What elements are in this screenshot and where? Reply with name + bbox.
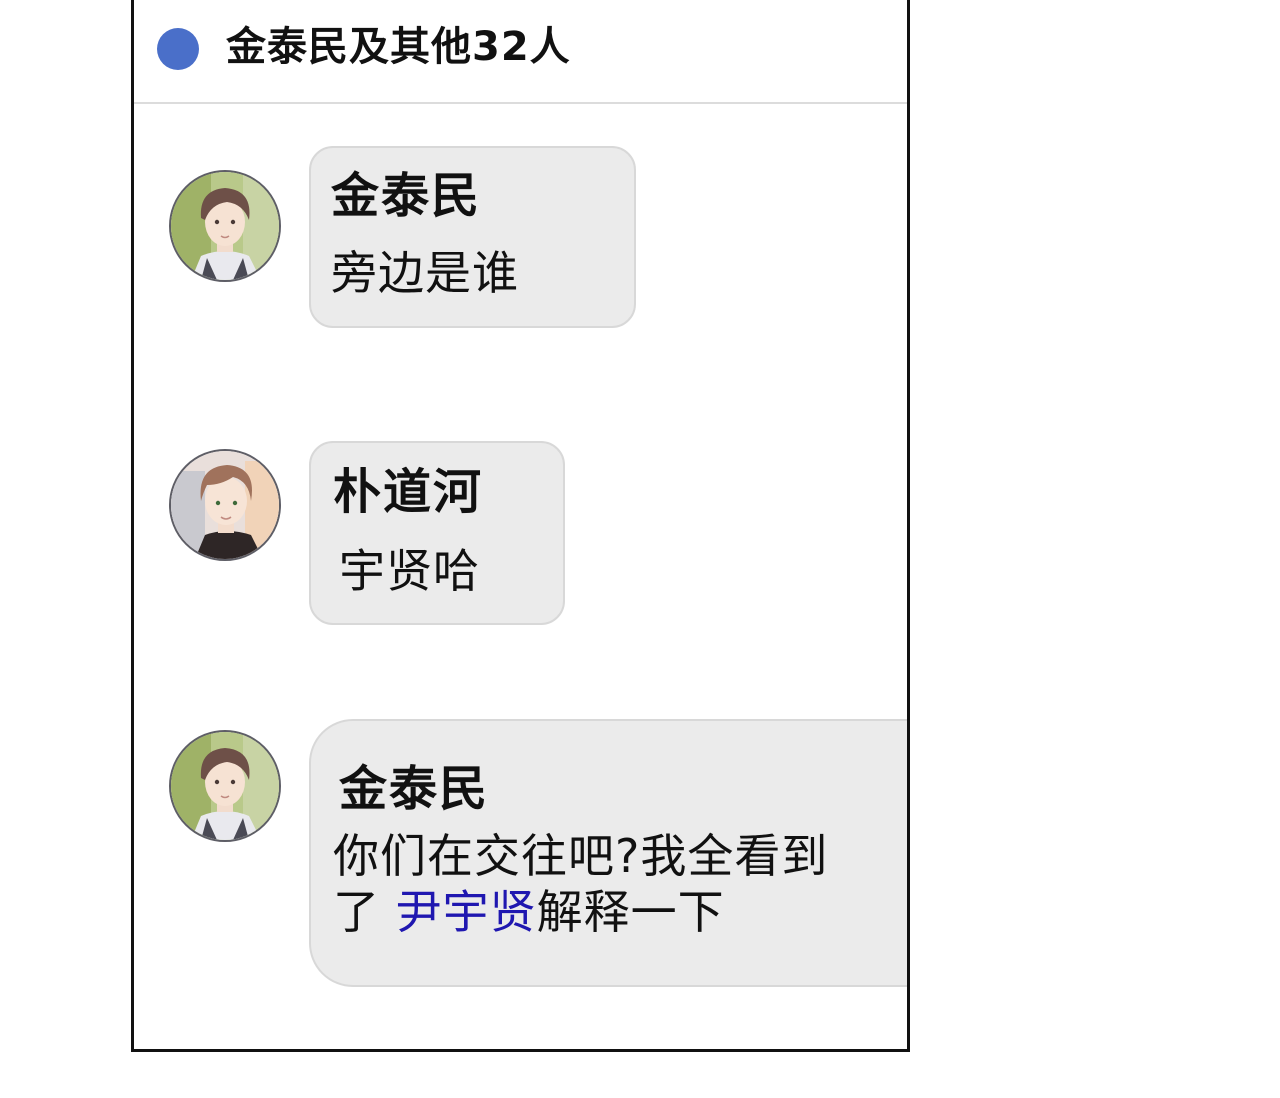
message-text: 你们在交往吧?我全看到	[333, 829, 828, 883]
chat-header: 金泰民及其他32人	[134, 0, 907, 104]
avatar-taemin[interactable]	[169, 730, 281, 842]
avatar-doha[interactable]	[169, 449, 281, 561]
message-text: 旁边是谁	[331, 246, 519, 300]
message-text-line: 你们在交往吧?我全看到	[333, 829, 829, 883]
avatar-taemin[interactable]	[169, 170, 281, 282]
user-mention[interactable]: 尹宇贤	[396, 885, 537, 939]
group-indicator-dot	[157, 28, 199, 70]
user-avatar-icon	[171, 451, 279, 559]
message-text: 了 尹宇贤解释一下	[333, 885, 725, 939]
message-bubble[interactable]: 朴道河 宇贤哈	[309, 441, 565, 625]
message-bubble[interactable]: 金泰民 你们在交往吧?我全看到 了 尹宇贤解释一下	[309, 719, 907, 987]
message-sender: 金泰民	[339, 761, 490, 817]
message-sender: 金泰民	[331, 168, 482, 224]
chat-window: 金泰民及其他32人 金泰民 旁边是谁 朴道河 宇贤哈 金泰民 你们在交往吧?我全…	[131, 0, 910, 1052]
message-text-segment: 了	[333, 885, 396, 939]
user-avatar-icon	[171, 172, 279, 280]
message-text: 宇贤哈	[339, 544, 480, 598]
message-sender: 朴道河	[333, 464, 484, 520]
message-bubble[interactable]: 金泰民 旁边是谁	[309, 146, 636, 328]
message-text-segment: 解释一下	[536, 885, 725, 939]
user-avatar-icon	[171, 732, 279, 840]
chat-title: 金泰民及其他32人	[226, 24, 571, 70]
